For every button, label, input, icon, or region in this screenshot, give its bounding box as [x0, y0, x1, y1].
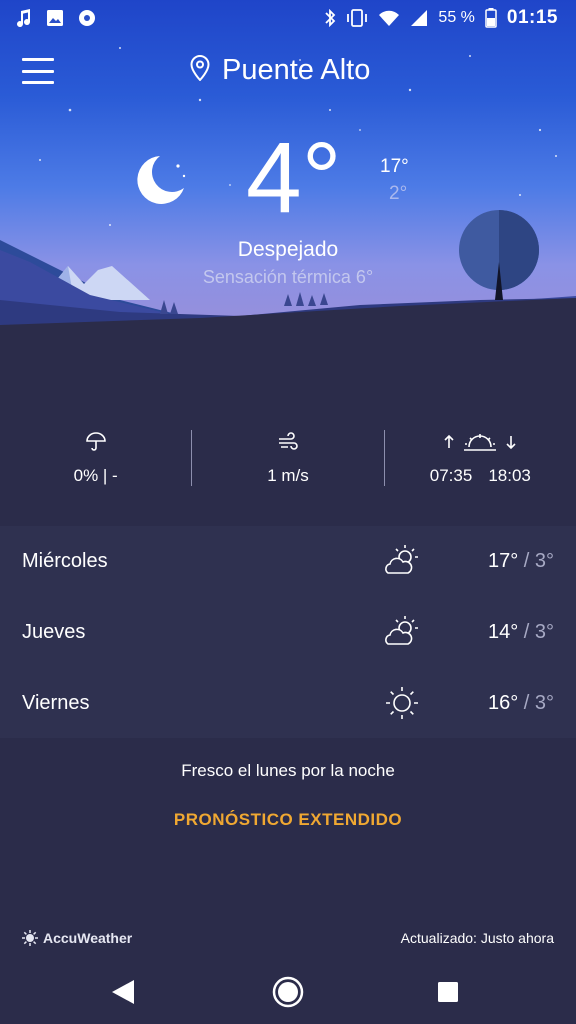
precipitation-value: 0% | -	[73, 466, 118, 485]
wind-stat: 1 m/s	[192, 428, 383, 486]
forecast-low: 3°	[534, 621, 554, 643]
today-high: 17°	[380, 156, 409, 177]
temp-separator: /	[518, 692, 535, 714]
forecast-summary: Fresco el lunes por la noche	[181, 761, 395, 780]
temp-separator: /	[518, 621, 535, 643]
last-updated: Actualizado: Justo ahora	[400, 930, 554, 946]
forecast-temps: 16° / 3°	[488, 692, 554, 715]
forecast-low: 3°	[534, 692, 554, 714]
hamburger-line	[22, 58, 54, 61]
music-note-icon	[16, 9, 32, 27]
sunset-time: 18:03	[488, 466, 531, 485]
wind-value: 1 m/s	[267, 466, 309, 485]
umbrella-icon	[85, 432, 107, 457]
sunrise-time: 07:35	[429, 466, 473, 485]
forecast-temps: 17° / 3°	[488, 550, 554, 573]
sunrise-sunset-icon	[443, 432, 517, 457]
brand-name: AccuWeather	[43, 930, 133, 946]
menu-button[interactable]	[22, 58, 54, 84]
wifi-icon	[378, 9, 400, 27]
stats-row: 0% | - 1 m/s 07:35 18:03	[0, 428, 576, 488]
forecast-temps: 14° / 3°	[488, 621, 554, 644]
recent-apps-button[interactable]	[438, 982, 458, 1002]
top-bar: Puente Alto	[0, 50, 576, 94]
forecast-low: 3°	[534, 550, 554, 572]
back-button[interactable]	[110, 978, 136, 1006]
clock: 01:15	[506, 7, 558, 28]
navigation-bar	[0, 962, 576, 1024]
battery-percent: 55 %	[438, 9, 475, 26]
forecast-high: 14°	[487, 621, 519, 643]
forecast-row[interactable]: Miércoles 17° / 3°	[0, 526, 576, 597]
daily-forecast-list: Miércoles 17° / 3° Jueves 14° / 3° Viern…	[0, 526, 576, 738]
clear-night-moon-icon	[134, 152, 190, 211]
status-bar: 55 % 01:15	[0, 0, 576, 36]
battery-icon	[485, 8, 497, 28]
vibrate-icon	[346, 9, 368, 27]
today-low: 2°	[389, 183, 408, 204]
accuweather-sun-icon	[22, 930, 38, 946]
forecast-high: 17°	[487, 550, 519, 572]
condition-text: Despejado	[237, 238, 339, 261]
wind-icon	[277, 432, 299, 457]
accuweather-logo[interactable]: AccuWeather	[22, 930, 132, 946]
circle-dot-icon	[78, 9, 96, 27]
bluetooth-icon	[324, 9, 336, 27]
forecast-row[interactable]: Jueves 14° / 3°	[0, 597, 576, 668]
partly-cloudy-icon	[383, 614, 421, 650]
location-selector[interactable]: Puente Alto	[190, 54, 370, 87]
temp-separator: /	[518, 550, 535, 572]
footer: AccuWeather Actualizado: Justo ahora	[22, 930, 554, 946]
hamburger-line	[22, 81, 54, 84]
image-icon	[46, 9, 64, 27]
current-temperature: 4°	[246, 122, 342, 234]
partly-cloudy-icon	[383, 543, 421, 579]
home-button[interactable]	[272, 976, 304, 1008]
forecast-high: 16°	[487, 692, 519, 714]
forecast-row[interactable]: Viernes 16° / 3°	[0, 668, 576, 739]
sun-icon	[383, 685, 421, 721]
hamburger-line	[22, 69, 54, 73]
location-name: Puente Alto	[222, 54, 371, 86]
feels-like-text: Sensación térmica 6°	[202, 267, 374, 287]
extended-forecast-link[interactable]: PRONÓSTICO EXTENDIDO	[0, 810, 576, 830]
signal-icon	[410, 9, 428, 27]
precipitation-stat: 0% | -	[0, 428, 191, 486]
location-pin-icon	[190, 54, 210, 86]
sun-times-stat: 07:35 18:03	[385, 428, 576, 486]
